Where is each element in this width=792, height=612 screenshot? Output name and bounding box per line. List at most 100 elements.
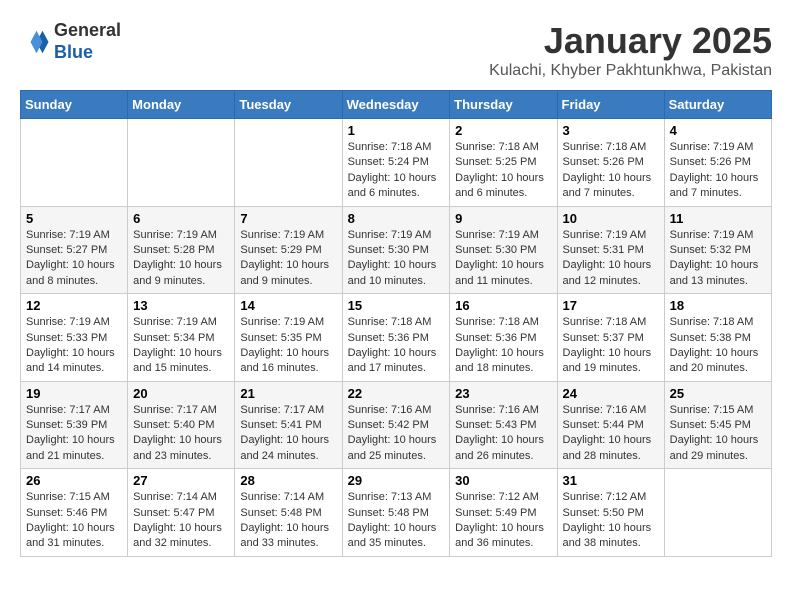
day-info: Sunrise: 7:18 AM Sunset: 5:38 PM Dayligh… xyxy=(670,315,766,377)
day-number: 17 xyxy=(563,298,659,313)
logo: General Blue xyxy=(20,20,121,63)
week-row-4: 19 Sunrise: 7:17 AM Sunset: 5:39 PM Dayli… xyxy=(21,381,772,469)
calendar-cell: 18Sunrise: 7:18 AM Sunset: 5:38 PM Dayli… xyxy=(664,294,771,382)
day-info: Sunrise: 7:18 AM Sunset: 5:36 PM Dayligh… xyxy=(455,315,551,377)
day-info: Sunrise: 7:14 AM Sunset: 5:48 PM Dayligh… xyxy=(240,490,336,552)
day-info: Sunrise: 7:15 AM Sunset: 5:45 PM Dayligh… xyxy=(670,403,766,465)
week-row-5: 26 Sunrise: 7:15 AM Sunset: 5:46 PM Dayli… xyxy=(21,469,772,557)
day-number: 14 xyxy=(240,298,336,313)
day-number: 2 xyxy=(455,123,551,138)
day-number: 6 xyxy=(133,211,229,226)
calendar-cell: 19 Sunrise: 7:17 AM Sunset: 5:39 PM Dayli… xyxy=(21,381,128,469)
day-number: 13 xyxy=(133,298,229,313)
column-header-wednesday: Wednesday xyxy=(342,91,450,119)
calendar-cell: 23Sunrise: 7:16 AM Sunset: 5:43 PM Dayli… xyxy=(450,381,557,469)
title-block: January 2025 Kulachi, Khyber Pakhtunkhwa… xyxy=(489,20,772,80)
day-info: Sunrise: 7:15 AM Sunset: 5:46 PM Dayligh… xyxy=(26,490,122,552)
day-number: 11 xyxy=(670,211,766,226)
day-info: Sunrise: 7:16 AM Sunset: 5:44 PM Dayligh… xyxy=(563,403,659,465)
calendar-cell: 1 Sunrise: 7:18 AM Sunset: 5:24 PM Daylig… xyxy=(342,119,450,207)
calendar-cell: 2 Sunrise: 7:18 AM Sunset: 5:25 PM Daylig… xyxy=(450,119,557,207)
calendar-cell: 30 Sunrise: 7:12 AM Sunset: 5:49 PM Dayli… xyxy=(450,469,557,557)
day-info: Sunrise: 7:18 AM Sunset: 5:36 PM Dayligh… xyxy=(348,315,445,377)
calendar-cell: 28 Sunrise: 7:14 AM Sunset: 5:48 PM Dayli… xyxy=(235,469,342,557)
day-info: Sunrise: 7:12 AM Sunset: 5:50 PM Dayligh… xyxy=(563,490,659,552)
day-number: 29 xyxy=(348,473,445,488)
day-info: Sunrise: 7:17 AM Sunset: 5:40 PM Dayligh… xyxy=(133,403,229,465)
page-header: General Blue January 2025 Kulachi, Khybe… xyxy=(20,20,772,80)
day-info: Sunrise: 7:19 AM Sunset: 5:34 PM Dayligh… xyxy=(133,315,229,377)
week-row-1: 1 Sunrise: 7:18 AM Sunset: 5:24 PM Daylig… xyxy=(21,119,772,207)
calendar-cell: 16Sunrise: 7:18 AM Sunset: 5:36 PM Dayli… xyxy=(450,294,557,382)
day-info: Sunrise: 7:19 AM Sunset: 5:33 PM Dayligh… xyxy=(26,315,122,377)
day-number: 4 xyxy=(670,123,766,138)
day-number: 24 xyxy=(563,386,659,401)
day-number: 1 xyxy=(348,123,445,138)
column-header-sunday: Sunday xyxy=(21,91,128,119)
day-number: 25 xyxy=(670,386,766,401)
calendar-cell: 4 Sunrise: 7:19 AM Sunset: 5:26 PM Daylig… xyxy=(664,119,771,207)
calendar-cell: 8 Sunrise: 7:19 AM Sunset: 5:30 PM Daylig… xyxy=(342,206,450,294)
calendar-cell: 27 Sunrise: 7:14 AM Sunset: 5:47 PM Dayli… xyxy=(128,469,235,557)
day-info: Sunrise: 7:14 AM Sunset: 5:47 PM Dayligh… xyxy=(133,490,229,552)
day-info: Sunrise: 7:19 AM Sunset: 5:30 PM Dayligh… xyxy=(455,228,551,290)
calendar-cell: 9 Sunrise: 7:19 AM Sunset: 5:30 PM Daylig… xyxy=(450,206,557,294)
day-info: Sunrise: 7:19 AM Sunset: 5:29 PM Dayligh… xyxy=(240,228,336,290)
day-number: 20 xyxy=(133,386,229,401)
day-info: Sunrise: 7:19 AM Sunset: 5:30 PM Dayligh… xyxy=(348,228,445,290)
calendar-cell xyxy=(21,119,128,207)
day-number: 30 xyxy=(455,473,551,488)
day-info: Sunrise: 7:17 AM Sunset: 5:39 PM Dayligh… xyxy=(26,403,122,465)
day-number: 10 xyxy=(563,211,659,226)
calendar-cell: 22 Sunrise: 7:16 AM Sunset: 5:42 PM Dayli… xyxy=(342,381,450,469)
calendar-cell xyxy=(664,469,771,557)
location-subtitle: Kulachi, Khyber Pakhtunkhwa, Pakistan xyxy=(489,62,772,80)
day-number: 5 xyxy=(26,211,122,226)
day-info: Sunrise: 7:12 AM Sunset: 5:49 PM Dayligh… xyxy=(455,490,551,552)
day-info: Sunrise: 7:17 AM Sunset: 5:41 PM Dayligh… xyxy=(240,403,336,465)
column-header-thursday: Thursday xyxy=(450,91,557,119)
calendar-cell: 21 Sunrise: 7:17 AM Sunset: 5:41 PM Dayli… xyxy=(235,381,342,469)
logo-blue-text: Blue xyxy=(54,42,93,62)
day-number: 31 xyxy=(563,473,659,488)
day-number: 7 xyxy=(240,211,336,226)
column-header-friday: Friday xyxy=(557,91,664,119)
day-number: 8 xyxy=(348,211,445,226)
day-number: 22 xyxy=(348,386,445,401)
week-row-2: 5Sunrise: 7:19 AM Sunset: 5:27 PM Daylig… xyxy=(21,206,772,294)
calendar-cell: 31 Sunrise: 7:12 AM Sunset: 5:50 PM Dayli… xyxy=(557,469,664,557)
day-info: Sunrise: 7:18 AM Sunset: 5:26 PM Dayligh… xyxy=(563,140,659,202)
day-info: Sunrise: 7:19 AM Sunset: 5:32 PM Dayligh… xyxy=(670,228,766,290)
day-info: Sunrise: 7:16 AM Sunset: 5:42 PM Dayligh… xyxy=(348,403,445,465)
day-info: Sunrise: 7:19 AM Sunset: 5:35 PM Dayligh… xyxy=(240,315,336,377)
day-info: Sunrise: 7:19 AM Sunset: 5:31 PM Dayligh… xyxy=(563,228,659,290)
calendar-cell: 3Sunrise: 7:18 AM Sunset: 5:26 PM Daylig… xyxy=(557,119,664,207)
column-header-tuesday: Tuesday xyxy=(235,91,342,119)
logo-general-text: General xyxy=(54,20,121,40)
logo-icon xyxy=(20,27,50,57)
calendar-cell: 25 Sunrise: 7:15 AM Sunset: 5:45 PM Dayli… xyxy=(664,381,771,469)
calendar-cell: 14 Sunrise: 7:19 AM Sunset: 5:35 PM Dayli… xyxy=(235,294,342,382)
calendar-cell: 20 Sunrise: 7:17 AM Sunset: 5:40 PM Dayli… xyxy=(128,381,235,469)
calendar-cell: 15Sunrise: 7:18 AM Sunset: 5:36 PM Dayli… xyxy=(342,294,450,382)
day-info: Sunrise: 7:18 AM Sunset: 5:24 PM Dayligh… xyxy=(348,140,445,202)
day-info: Sunrise: 7:18 AM Sunset: 5:25 PM Dayligh… xyxy=(455,140,551,202)
calendar-cell: 26 Sunrise: 7:15 AM Sunset: 5:46 PM Dayli… xyxy=(21,469,128,557)
day-number: 28 xyxy=(240,473,336,488)
day-info: Sunrise: 7:13 AM Sunset: 5:48 PM Dayligh… xyxy=(348,490,445,552)
day-info: Sunrise: 7:18 AM Sunset: 5:37 PM Dayligh… xyxy=(563,315,659,377)
calendar-cell: 17 Sunrise: 7:18 AM Sunset: 5:37 PM Dayli… xyxy=(557,294,664,382)
month-title: January 2025 xyxy=(489,20,772,62)
day-info: Sunrise: 7:19 AM Sunset: 5:28 PM Dayligh… xyxy=(133,228,229,290)
day-number: 21 xyxy=(240,386,336,401)
day-number: 27 xyxy=(133,473,229,488)
calendar-table: SundayMondayTuesdayWednesdayThursdayFrid… xyxy=(20,90,772,557)
calendar-cell xyxy=(235,119,342,207)
day-number: 26 xyxy=(26,473,122,488)
day-info: Sunrise: 7:19 AM Sunset: 5:26 PM Dayligh… xyxy=(670,140,766,202)
calendar-header-row: SundayMondayTuesdayWednesdayThursdayFrid… xyxy=(21,91,772,119)
day-number: 9 xyxy=(455,211,551,226)
calendar-cell: 11 Sunrise: 7:19 AM Sunset: 5:32 PM Dayli… xyxy=(664,206,771,294)
calendar-cell: 12Sunrise: 7:19 AM Sunset: 5:33 PM Dayli… xyxy=(21,294,128,382)
day-number: 19 xyxy=(26,386,122,401)
